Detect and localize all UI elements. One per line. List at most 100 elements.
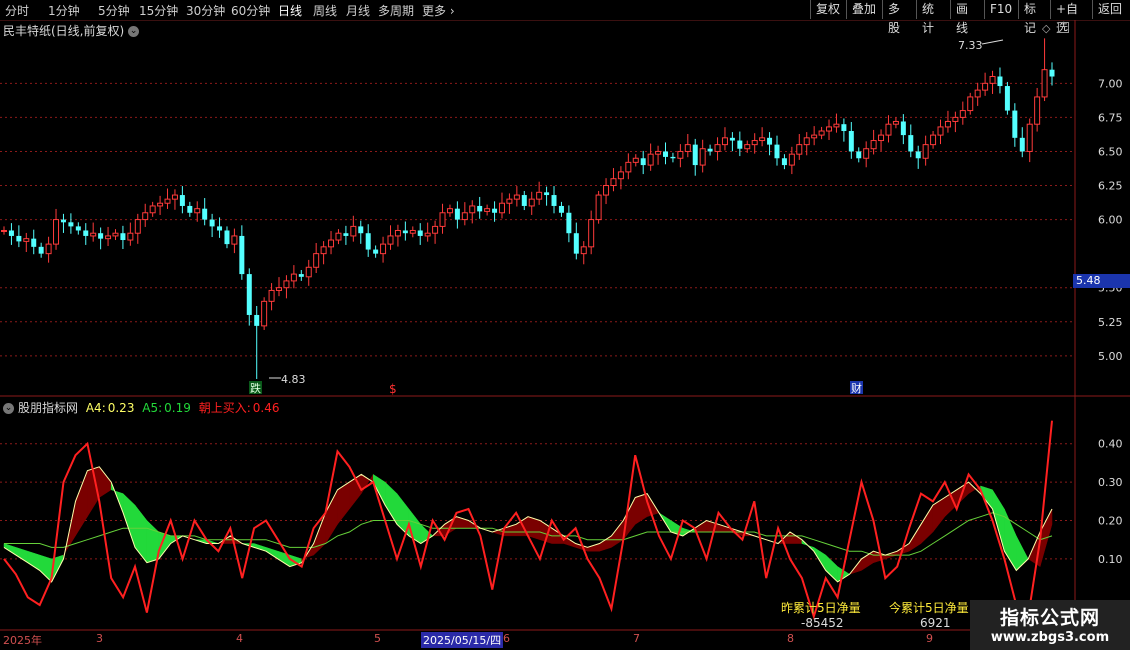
candle-body [157,202,164,207]
date-label-april: 4 [236,632,243,645]
candle-body [171,194,178,200]
candle-body [439,212,446,227]
watermark-logo: 指标公式网 www.zbgs3.com [970,600,1130,650]
band-segment [408,508,422,544]
band-segment [253,543,267,552]
finance-marker[interactable]: 财 [851,381,862,395]
date-cursor-label: 2025/05/15/四 [421,632,504,648]
candle-body [714,144,721,152]
candle-body [261,300,268,327]
candle-body [313,253,320,268]
candle-body [915,151,921,159]
indicator-tick-label: 0.30 [1098,476,1123,489]
candle-body [677,150,684,159]
candle-body [610,178,617,187]
band-segment [39,554,52,583]
candle-body [997,76,1003,87]
band-segment [277,550,291,568]
indicator-tick-label: 0.20 [1098,515,1123,528]
candle-body [127,232,134,241]
price-tick-label: 6.75 [1098,111,1123,124]
candle-body [767,137,773,145]
candle-body [900,121,906,136]
indicator-tick-label: 0.40 [1098,438,1123,451]
candle-body [974,89,981,98]
candle-body [1026,123,1033,152]
indicator-name[interactable]: 股朋指标网 [18,401,78,415]
price-tick-label: 6.00 [1098,214,1123,227]
candle-body [729,137,735,141]
candle-body [863,148,870,159]
candle-body [432,225,439,234]
candle-body [870,140,877,150]
candle-body [707,148,713,152]
band-segment [384,481,398,526]
candle-body [513,194,520,200]
candle-body [224,230,230,245]
candle-body [394,229,401,237]
candle-body [305,266,312,278]
date-label-june: 6 [503,632,510,645]
candle-body [328,239,335,248]
band-segment [587,543,600,552]
candle-body [1012,110,1018,138]
candle-body [1,229,7,232]
candle-body [149,205,156,214]
candlestick-series [1,38,1055,380]
candle-body [841,124,847,132]
dollar-marker[interactable]: $ [389,382,397,396]
candle-body [142,212,149,221]
candle-body [506,198,513,204]
candle-body [826,126,833,132]
candle-body [640,158,646,166]
candle-body [276,287,283,291]
candle-body [617,171,624,180]
band-segment [932,497,946,533]
indicator-tick-label: 0.10 [1098,553,1123,566]
date-label-2025: 2025年 [3,634,42,647]
price-tick-label: 6.25 [1098,180,1123,193]
current-price-badge: 5.48 [1073,274,1130,288]
today-net-label: 今累计5日净量 [889,601,969,615]
candle-body [23,238,30,242]
candle-body [721,137,728,146]
candle-body [892,120,899,125]
candle-body [387,235,394,245]
candle-body [469,205,476,214]
prev-net-label: 昨累计5日净量 [781,601,861,615]
candle-body [492,208,498,213]
band-segment [99,466,112,498]
candle-body [573,233,579,254]
candle-body [45,243,52,255]
candle-body [217,226,223,231]
candle-body [558,205,564,213]
candle-body [937,126,944,136]
indicator-series [3,420,1053,620]
a4-label: A4: [85,401,106,415]
candle-body [194,208,201,214]
candle-body [774,144,780,159]
candle-body [365,233,371,250]
candle-body [744,144,751,150]
candle-body [461,212,468,221]
candle-body [655,150,662,155]
candle-body [350,225,357,237]
candle-body [290,273,297,282]
candle-body [424,232,431,237]
buy-value: 0.46 [252,401,280,415]
candle-body [1019,137,1025,152]
a5-value: 0.19 [164,401,191,415]
candle-body [298,274,304,277]
chevron-down-icon[interactable]: ⌄ [3,403,14,414]
candle-body [38,246,44,254]
a5-label: A5: [142,401,163,415]
fall-marker[interactable]: 跌 [250,381,261,395]
candle-body [358,226,364,234]
candle-body [670,156,676,159]
candle-body [521,195,527,206]
candle-body [848,131,854,152]
candle-body [625,161,632,173]
band-segment [599,535,612,552]
high-price-label: 7.33 [958,39,983,52]
a4-value: 0.23 [107,401,135,415]
